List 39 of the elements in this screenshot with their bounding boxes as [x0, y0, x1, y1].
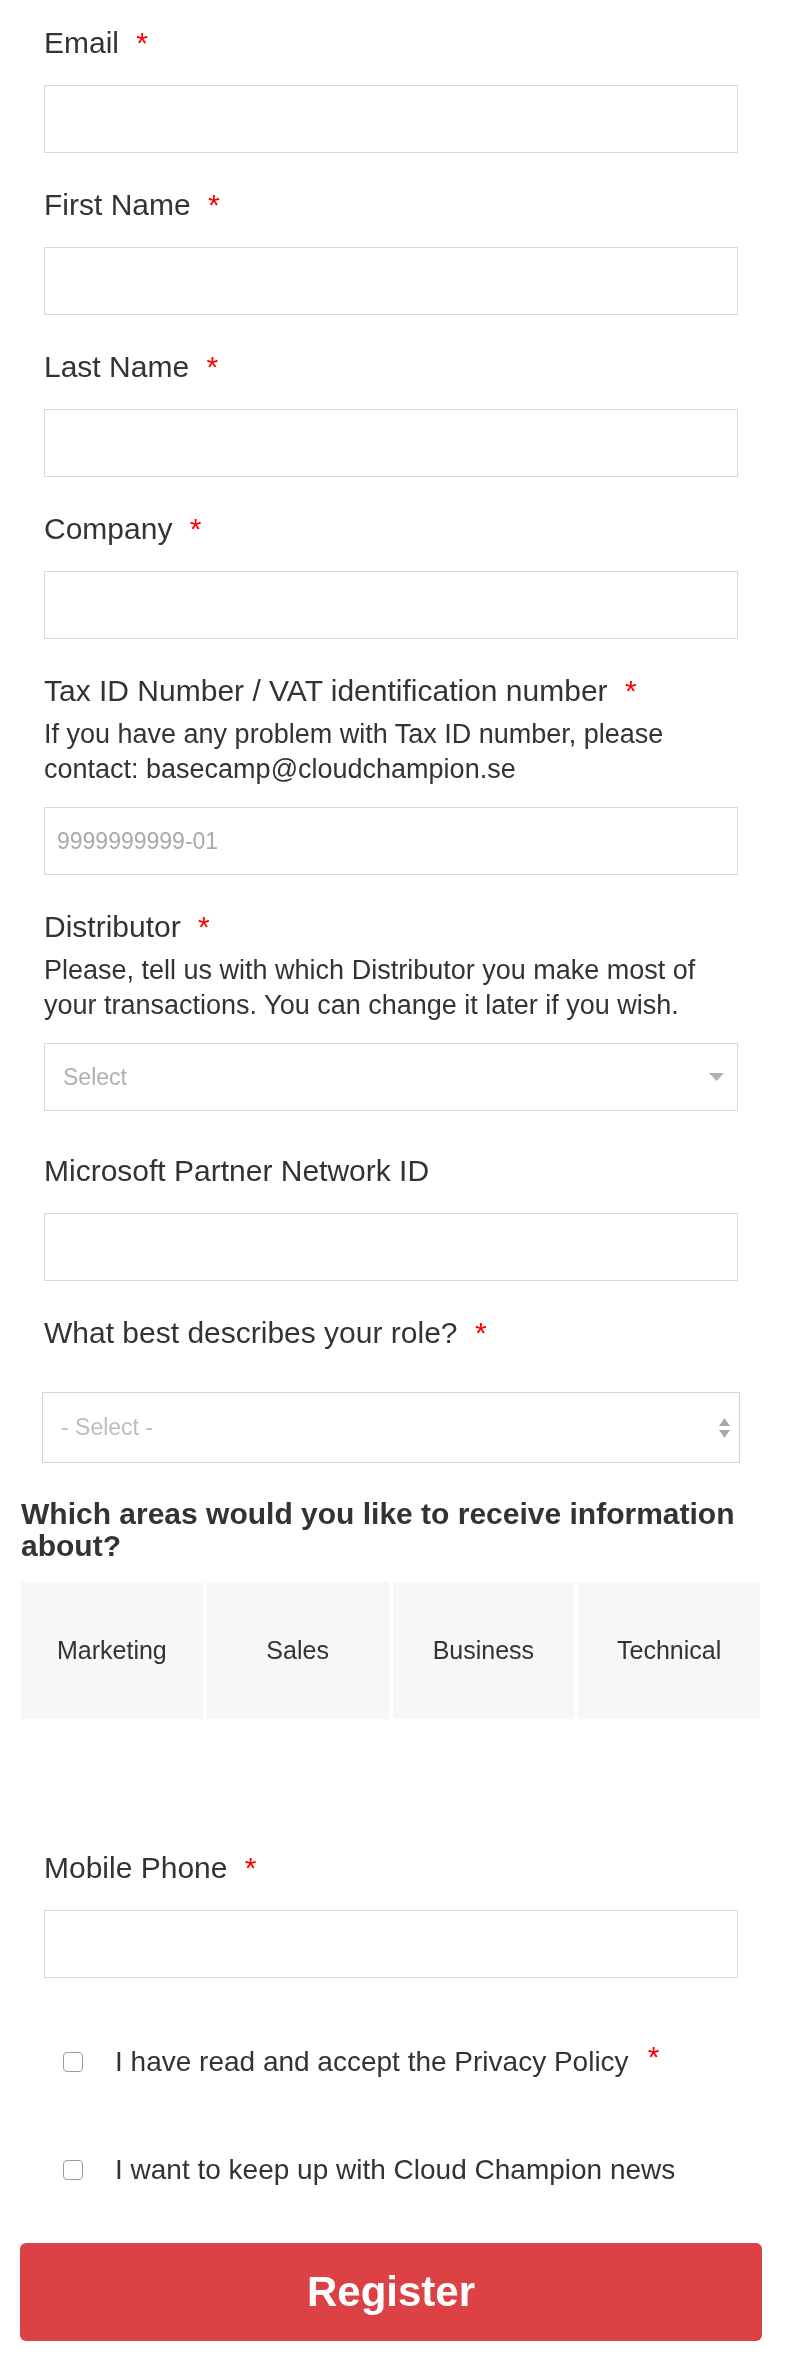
required-asterisk: * [198, 910, 210, 943]
input-field[interactable] [44, 1910, 738, 1978]
required-asterisk: * [208, 188, 220, 221]
register-button[interactable]: Register [20, 2243, 762, 2341]
checkbox[interactable] [63, 2160, 83, 2180]
field-label: Distributor [44, 910, 181, 943]
input-field[interactable] [44, 85, 738, 153]
topic-option[interactable]: Marketing [21, 1582, 203, 1719]
input-field[interactable]: 9999999999-01 [44, 807, 738, 875]
topic-option[interactable]: Sales [206, 1582, 389, 1719]
field-label: First Name [44, 188, 191, 221]
required-asterisk: * [624, 674, 637, 707]
field-label: Last Name [44, 350, 190, 383]
checkbox-label[interactable]: I want to keep up with Cloud Champion news [115, 2153, 676, 2187]
input-field[interactable] [44, 409, 738, 477]
input-field[interactable] [44, 247, 738, 315]
topic-option[interactable]: Technical [578, 1582, 760, 1719]
section-heading: Which areas would you like to receive information about? [21, 1498, 736, 1562]
checkbox-label[interactable]: I have read and accept the Privacy Policy [115, 2045, 629, 2079]
help-text: Please, tell us with which Distributor you make most of your transactions. You can change it later if you wish. [44, 954, 697, 1022]
caret-icon [709, 1073, 724, 1081]
field-label: Mobile Phone [44, 1851, 228, 1884]
required-asterisk: * [474, 1316, 487, 1349]
help-text: If you have any problem with Tax ID number, please contact: basecamp@cloudchampion.se [44, 718, 665, 786]
required-asterisk: * [244, 1851, 257, 1884]
field-label: Tax ID Number / VAT identification number [44, 674, 608, 707]
up-down-arrows-icon [719, 1417, 730, 1438]
required-asterisk: * [647, 2042, 660, 2072]
required-asterisk: * [206, 350, 219, 383]
checkbox[interactable] [63, 2052, 83, 2072]
field-label: What best describes your role? [44, 1316, 458, 1349]
field-label: Email [44, 26, 119, 59]
input-field[interactable] [44, 571, 738, 639]
input-field[interactable] [44, 1213, 738, 1281]
field-label: Company [44, 512, 173, 545]
field-label: Microsoft Partner Network ID [44, 1154, 430, 1187]
required-asterisk: * [136, 26, 149, 59]
topic-option[interactable]: Business [392, 1582, 575, 1719]
required-asterisk: * [189, 512, 202, 545]
